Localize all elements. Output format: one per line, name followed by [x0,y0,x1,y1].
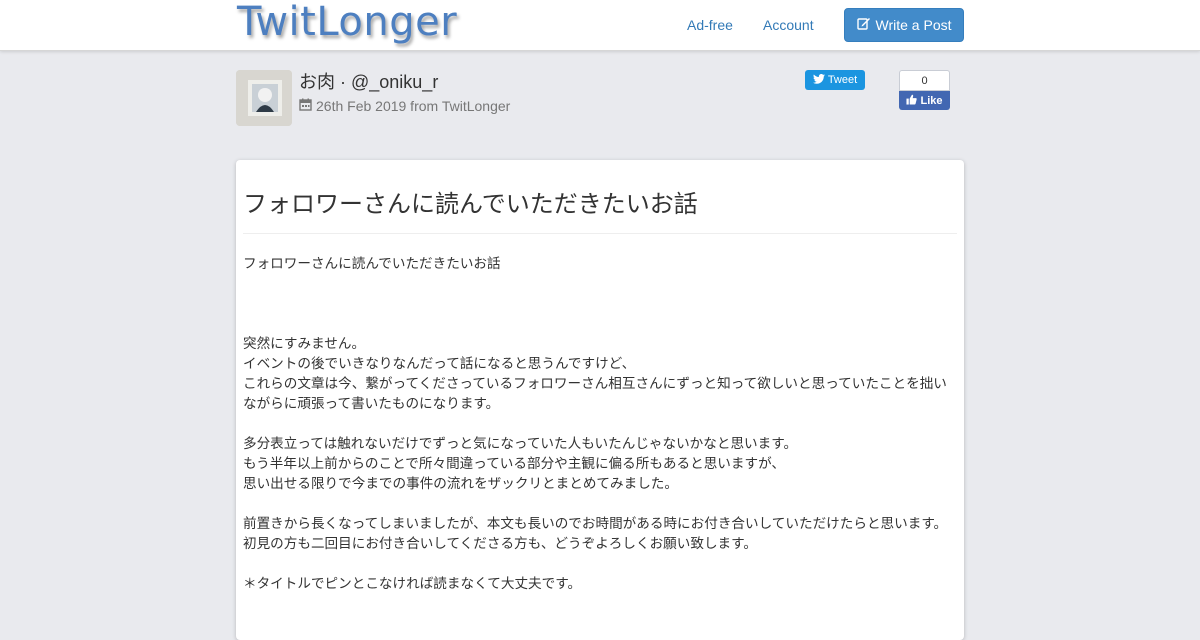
post-body-line: これらの文章は今、繋がってくださっているフォロワーさん相互さんにずっと知って欲し… [243,376,947,412]
post-body-line: 突然にすみません。 [243,336,366,352]
post-body-line: 前置きから長くなってしまいましたが、本文も長いのでお時間がある時にお付き合いして… [243,516,948,532]
post-date-source: 26th Feb 2019 from TwitLonger [316,98,511,114]
like-count: 0 [899,70,950,91]
write-a-post-label: Write a Post [875,17,952,33]
top-navbar: TwitLonger Ad-free Account Write a Post [0,0,1200,51]
author-display-name[interactable]: お肉 · @_oniku_r [299,68,438,94]
post-body: フォロワーさんに読んでいただきたいお話 突然にすみません。イベントの後でいきなりな… [243,254,959,594]
author-avatar[interactable] [236,70,292,126]
post-card: フォロワーさんに読んでいただきたいお話 フォロワーさんに読んでいただきたいお話突… [236,160,964,640]
twitter-bird-icon [812,73,825,87]
post-body-line: フォロワーさんに読んでいただきたいお話 [243,256,501,272]
post-body-line [243,414,959,434]
brand-logo[interactable]: TwitLonger [237,0,457,45]
like-label: Like [920,94,943,107]
post-body-line [243,314,959,334]
post-title: フォロワーさんに読んでいただきたいお話 [243,190,698,218]
tweet-label: Tweet [827,74,858,86]
title-divider [243,233,957,234]
post-meta: 26th Feb 2019 from TwitLonger [299,98,510,114]
post-body-line [243,494,959,514]
post-body-line: 思い出せる限りで今までの事件の流れをザックリとまとめてみました。 [243,476,678,492]
post-body-line: ＊タイトルでピンとこなければ読まなくて大丈夫です。 [243,576,582,592]
post-body-line: 多分表立っては触れないだけでずっと気になっていた人もいたんじゃないかなと思います… [243,436,798,452]
edit-icon [856,17,871,33]
post-body-line: 初見の方も二回目にお付き合いしてくださる方も、どうぞよろしくお願い致します。 [243,536,757,552]
post-body-line: イベントの後でいきなりなんだって話になると思うんですけど、 [243,356,636,372]
post-body-line [243,294,959,314]
thumbs-up-icon [906,94,918,108]
post-body-line [243,554,959,574]
nav-link-ad-free[interactable]: Ad-free [687,17,733,33]
nav-link-account[interactable]: Account [763,17,814,33]
facebook-like-widget[interactable]: 0 Like [899,70,950,110]
post-body-line [243,274,959,294]
calendar-icon [299,98,312,114]
like-button[interactable]: Like [899,91,950,110]
tweet-button[interactable]: Tweet [805,70,865,90]
write-a-post-button[interactable]: Write a Post [844,8,964,42]
post-body-line: もう半年以上前からのことで所々間違っている部分や主観に偏る所もあると思いますが、 [243,456,785,472]
